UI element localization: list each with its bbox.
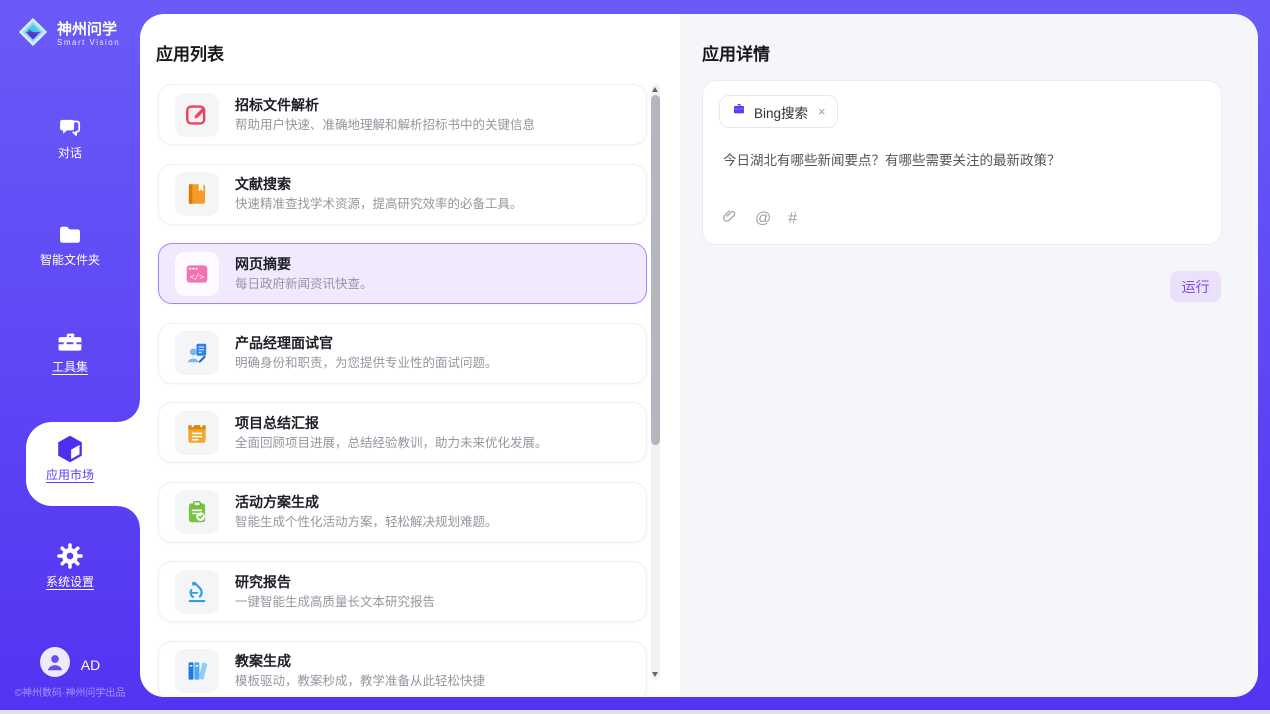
- app-card-texts: 研究报告 一键智能生成高质量长文本研究报告: [235, 573, 435, 611]
- tag-close-icon[interactable]: ×: [818, 104, 826, 119]
- app-description: 一键智能生成高质量长文本研究报告: [235, 594, 435, 611]
- sidebar-footer: ©神州数码·神州问学出品: [0, 684, 140, 699]
- app-card-texts: 活动方案生成 智能生成个性化活动方案，轻松解决规划难题。: [235, 493, 498, 531]
- app-card-pm-interviewer[interactable]: 产品经理面试官 明确身份和职责，为您提供专业性的面试问题。: [158, 323, 647, 384]
- brand-subtitle: Smart Vision: [57, 38, 120, 47]
- app-detail-title: 应用详情: [702, 40, 770, 65]
- app-list-pane: 应用列表 招标文件解析 帮助用户快速、准确地理解和解析招标书中的关键信息 文献搜…: [140, 14, 680, 697]
- app-card-texts: 招标文件解析 帮助用户快速、准确地理解和解析招标书中的关键信息: [235, 96, 535, 134]
- app-root: 神州问学 Smart Vision 对话 智能文件夹 工具集 应用市场 系统设置: [0, 0, 1270, 714]
- sidebar-item-label: 系统设置: [46, 573, 94, 590]
- briefcase-icon: [731, 101, 747, 122]
- app-card-web-summary[interactable]: </> 网页摘要 每日政府新闻资讯快查。: [158, 243, 647, 304]
- chat-icon: [56, 113, 84, 142]
- mention-icon[interactable]: @: [755, 210, 771, 228]
- literature-search-icon: [175, 172, 219, 216]
- project-summary-icon: [175, 411, 219, 455]
- sidebar-item-label: 对话: [58, 144, 82, 161]
- hash-icon[interactable]: #: [788, 210, 797, 228]
- app-detail-pane: 应用详情 Bing搜索 × 今日湖北有哪些新闻要点？有哪些需要关注的最新政策？: [680, 14, 1258, 697]
- app-description: 明确身份和职责，为您提供专业性的面试问题。: [235, 355, 498, 372]
- scrollbar-down-arrow[interactable]: [652, 672, 658, 677]
- app-card-literature-search[interactable]: 文献搜索 快速精准查找学术资源，提高研究效率的必备工具。: [158, 164, 647, 225]
- web-summary-icon: </>: [175, 252, 219, 296]
- attachment-icon[interactable]: [721, 207, 738, 231]
- app-card-project-summary[interactable]: 项目总结汇报 全面回顾项目进展，总结经验教训，助力未来优化发展。: [158, 402, 647, 463]
- composer-toolbar: @ #: [721, 207, 797, 231]
- app-description: 快速精准查找学术资源，提高研究效率的必备工具。: [235, 196, 523, 213]
- screen-bottom-edge: [0, 710, 1270, 714]
- app-list-title: 应用列表: [156, 40, 224, 65]
- user-row[interactable]: AD: [0, 647, 140, 682]
- run-button[interactable]: 运行: [1170, 271, 1221, 302]
- app-name: 项目总结汇报: [235, 414, 548, 432]
- app-list: 招标文件解析 帮助用户快速、准确地理解和解析招标书中的关键信息 文献搜索 快速精…: [158, 84, 647, 697]
- brand-logo-row: 神州问学 Smart Vision: [0, 0, 140, 56]
- sidebar-item-label: 工具集: [52, 358, 88, 375]
- sidebar-item-chat[interactable]: 对话: [0, 113, 140, 161]
- app-name: 研究报告: [235, 573, 435, 591]
- toolbox-icon: [55, 327, 85, 356]
- sidebar-item-label: 应用市场: [46, 466, 94, 483]
- tool-tag-bing-search[interactable]: Bing搜索 ×: [719, 95, 838, 128]
- prompt-composer[interactable]: Bing搜索 × 今日湖北有哪些新闻要点？有哪些需要关注的最新政策？ @ #: [702, 80, 1222, 245]
- app-name: 产品经理面试官: [235, 334, 498, 352]
- cube-icon: [54, 434, 86, 464]
- sidebar-item-app-market[interactable]: 应用市场: [0, 434, 140, 482]
- app-description: 帮助用户快速、准确地理解和解析招标书中的关键信息: [235, 117, 535, 134]
- prompt-text[interactable]: 今日湖北有哪些新闻要点？有哪些需要关注的最新政策？: [723, 151, 1203, 170]
- app-name: 文献搜索: [235, 175, 523, 193]
- folder-icon: [55, 220, 85, 249]
- sidebar-item-toolkit[interactable]: 工具集: [0, 327, 140, 375]
- main-content-card: 应用列表 招标文件解析 帮助用户快速、准确地理解和解析招标书中的关键信息 文献搜…: [140, 14, 1258, 697]
- app-card-texts: 网页摘要 每日政府新闻资讯快查。: [235, 255, 373, 293]
- svg-text:</>: </>: [190, 271, 205, 281]
- app-name: 招标文件解析: [235, 96, 535, 114]
- app-card-texts: 教案生成 模板驱动，教案秒成，教学准备从此轻松快捷: [235, 652, 485, 690]
- sidebar-nav: 对话 智能文件夹 工具集 应用市场 系统设置: [0, 56, 140, 589]
- app-description: 每日政府新闻资讯快查。: [235, 276, 373, 293]
- gear-icon: [55, 541, 85, 571]
- lesson-plan-icon: [175, 649, 219, 693]
- app-description: 模板驱动，教案秒成，教学准备从此轻松快捷: [235, 673, 485, 690]
- app-name: 教案生成: [235, 652, 485, 670]
- scrollbar[interactable]: [651, 84, 660, 680]
- user-initials: AD: [81, 657, 100, 673]
- app-card-activity-plan[interactable]: 活动方案生成 智能生成个性化活动方案，轻松解决规划难题。: [158, 482, 647, 543]
- tool-tag-label: Bing搜索: [754, 102, 808, 122]
- scrollbar-thumb[interactable]: [651, 95, 660, 445]
- app-description: 全面回顾项目进展，总结经验教训，助力未来优化发展。: [235, 435, 548, 452]
- sidebar: 神州问学 Smart Vision 对话 智能文件夹 工具集 应用市场 系统设置: [0, 0, 140, 710]
- research-report-icon: [175, 570, 219, 614]
- app-card-research-report[interactable]: 研究报告 一键智能生成高质量长文本研究报告: [158, 561, 647, 622]
- app-card-tender-parse[interactable]: 招标文件解析 帮助用户快速、准确地理解和解析招标书中的关键信息: [158, 84, 647, 145]
- scrollbar-up-arrow[interactable]: [652, 87, 658, 92]
- app-card-texts: 项目总结汇报 全面回顾项目进展，总结经验教训，助力未来优化发展。: [235, 414, 548, 452]
- pm-interviewer-icon: [175, 331, 219, 375]
- avatar[interactable]: [40, 647, 70, 682]
- brand-name: 神州问学: [57, 21, 120, 38]
- app-name: 网页摘要: [235, 255, 373, 273]
- app-name: 活动方案生成: [235, 493, 498, 511]
- sidebar-item-smart-folder[interactable]: 智能文件夹: [0, 220, 140, 268]
- tender-parse-icon: [175, 93, 219, 137]
- app-description: 智能生成个性化活动方案，轻松解决规划难题。: [235, 514, 498, 531]
- sidebar-item-label: 智能文件夹: [40, 251, 100, 268]
- app-card-lesson-plan[interactable]: 教案生成 模板驱动，教案秒成，教学准备从此轻松快捷: [158, 641, 647, 698]
- activity-plan-icon: [175, 490, 219, 534]
- brand-diamond-icon: [16, 15, 50, 54]
- app-card-texts: 产品经理面试官 明确身份和职责，为您提供专业性的面试问题。: [235, 334, 498, 372]
- app-card-texts: 文献搜索 快速精准查找学术资源，提高研究效率的必备工具。: [235, 175, 523, 213]
- sidebar-item-settings[interactable]: 系统设置: [0, 541, 140, 589]
